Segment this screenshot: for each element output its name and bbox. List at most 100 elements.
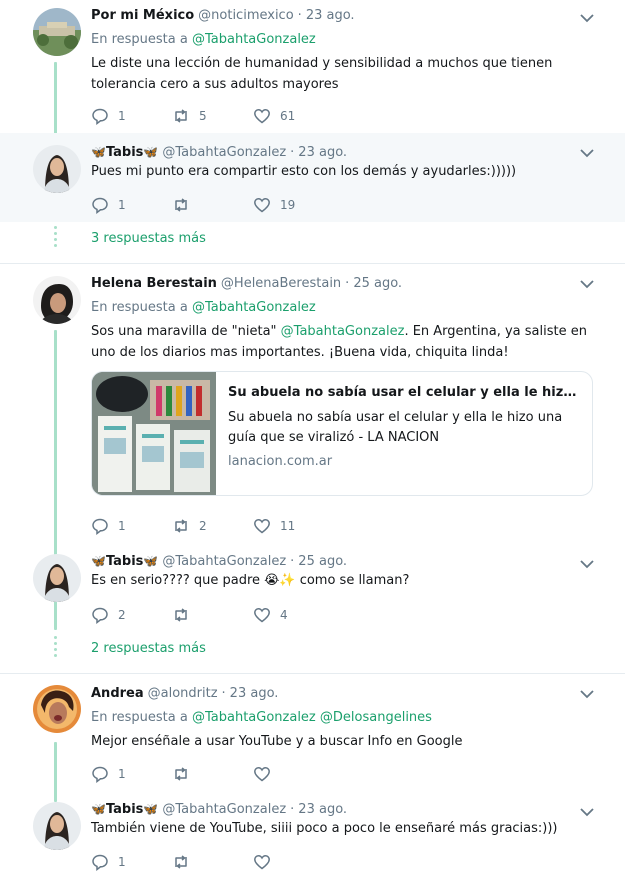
tweet-text: Es en serio???? que padre 😭✨ como se lla…: [91, 573, 410, 588]
reply-context: En respuesta a @TabahtaGonzalez @Delosan…: [91, 710, 599, 728]
timestamp[interactable]: 23 ago.: [298, 145, 347, 160]
display-name[interactable]: Andrea: [91, 686, 144, 701]
tweet-header: 🦋 Tabis 🦋 @TabahtaGonzalez · 23 ago.: [91, 800, 599, 818]
reply-button[interactable]: 2: [91, 606, 172, 624]
tweet-header: 🦋 Tabis 🦋 @TabahtaGonzalez · 25 ago.: [91, 552, 599, 570]
tweet[interactable]: Andrea @alondritz · 23 ago. En respuesta…: [0, 674, 625, 792]
display-name[interactable]: Tabis: [106, 554, 143, 569]
reply-mention-link[interactable]: @TabahtaGonzalez: [192, 300, 316, 315]
tweet-text: Mejor enséñale a usar YouTube y a buscar…: [91, 734, 463, 749]
card-thumbnail: [92, 372, 216, 495]
handle[interactable]: @TabahtaGonzalez: [162, 802, 286, 817]
like-button[interactable]: [253, 853, 334, 871]
card-description: Su abuela no sabía usar el celular y ell…: [228, 410, 563, 445]
like-button[interactable]: 19: [253, 196, 334, 214]
tweet-text: Pues mi punto era compartir esto con los…: [91, 164, 517, 179]
timestamp[interactable]: 25 ago.: [298, 554, 347, 569]
display-name[interactable]: Por mi México: [91, 8, 194, 23]
retweet-count: 5: [199, 109, 207, 123]
like-button[interactable]: 4: [253, 606, 334, 624]
like-button[interactable]: 61: [253, 107, 334, 125]
like-count: 19: [280, 198, 296, 212]
avatar[interactable]: [33, 8, 81, 56]
like-button[interactable]: [253, 765, 334, 783]
timestamp[interactable]: 25 ago.: [353, 276, 402, 291]
timestamp[interactable]: 23 ago.: [306, 8, 355, 23]
reply-context: En respuesta a @TabahtaGonzalez: [91, 32, 599, 50]
reply-icon: [92, 854, 108, 871]
tweet[interactable]: 🦋 Tabis 🦋 @TabahtaGonzalez · 23 ago. Pue…: [0, 133, 625, 222]
display-name[interactable]: Helena Berestain: [91, 276, 217, 291]
heart-icon: [254, 608, 270, 623]
reply-mention-link[interactable]: @TabahtaGonzalez: [192, 710, 316, 725]
tweet-header: 🦋 Tabis 🦋 @TabahtaGonzalez · 23 ago.: [91, 143, 599, 161]
reply-count: 1: [118, 109, 126, 123]
reply-mention-link[interactable]: @Delosangelines: [320, 710, 432, 725]
handle[interactable]: @HelenaBerestain: [221, 276, 341, 291]
handle[interactable]: @TabahtaGonzalez: [162, 145, 286, 160]
handle[interactable]: @TabahtaGonzalez: [162, 554, 286, 569]
retweet-button[interactable]: [172, 853, 253, 871]
retweet-button[interactable]: [172, 606, 253, 624]
butterfly-emoji: 🦋: [143, 145, 159, 159]
reply-icon: [92, 518, 108, 535]
separator-dot: ·: [297, 7, 302, 23]
reply-count: 1: [118, 855, 126, 869]
reply-button[interactable]: 1: [91, 196, 172, 214]
like-button[interactable]: 11: [253, 517, 334, 535]
mention-link[interactable]: @TabahtaGonzalez: [281, 324, 405, 339]
avatar[interactable]: [33, 554, 81, 602]
retweet-icon: [175, 109, 187, 123]
display-name[interactable]: Tabis: [106, 802, 143, 817]
reply-icon: [92, 766, 108, 783]
retweet-button[interactable]: [172, 196, 253, 214]
display-name[interactable]: Tabis: [106, 145, 143, 160]
avatar[interactable]: [33, 276, 81, 324]
show-more-replies-link[interactable]: 2 respuestas más: [91, 641, 206, 656]
butterfly-emoji: 🦋: [143, 554, 159, 568]
thread-dots: [54, 226, 57, 250]
separator-dot: ·: [221, 685, 226, 701]
reply-button[interactable]: 1: [91, 765, 172, 783]
reply-button[interactable]: 1: [91, 517, 172, 535]
thread-dots: [54, 636, 57, 660]
retweet-button[interactable]: 5: [172, 107, 253, 125]
timestamp[interactable]: 23 ago.: [230, 686, 279, 701]
heart-icon: [254, 519, 270, 534]
link-card[interactable]: Su abuela no sabía usar el celular y ell…: [91, 371, 593, 496]
retweet-icon: [175, 198, 187, 212]
butterfly-emoji: 🦋: [91, 802, 106, 816]
retweet-button[interactable]: 2: [172, 517, 253, 535]
like-count: 61: [280, 109, 296, 123]
tweet-text-part: Sos una maravilla de "nieta": [91, 324, 281, 339]
tweet-text: Le diste una lección de humanidad y sens…: [91, 56, 553, 92]
like-count: 4: [280, 608, 288, 622]
retweet-button[interactable]: [172, 765, 253, 783]
retweet-icon: [175, 855, 187, 869]
retweet-icon: [175, 767, 187, 781]
butterfly-emoji: 🦋: [91, 554, 106, 568]
reply-button[interactable]: 1: [91, 107, 172, 125]
avatar[interactable]: [33, 145, 81, 193]
reply-mention-link[interactable]: @TabahtaGonzalez: [192, 32, 316, 47]
avatar[interactable]: [33, 802, 81, 850]
tweet[interactable]: 🦋 Tabis 🦋 @TabahtaGonzalez · 23 ago. Tam…: [0, 792, 625, 876]
card-title: Su abuela no sabía usar el celular y ell…: [228, 385, 580, 400]
separator-dot: ·: [345, 275, 350, 291]
tweet[interactable]: Por mi México @noticimexico · 23 ago. En…: [0, 0, 625, 133]
reply-count: 1: [118, 767, 126, 781]
heart-icon: [254, 767, 270, 782]
handle[interactable]: @noticimexico: [198, 8, 294, 23]
avatar[interactable]: [33, 685, 81, 733]
tweet[interactable]: Helena Berestain @HelenaBerestain · 25 a…: [0, 264, 625, 544]
heart-icon: [254, 855, 270, 870]
reply-count: 2: [118, 608, 126, 622]
handle[interactable]: @alondritz: [148, 686, 218, 701]
reply-button[interactable]: 1: [91, 853, 172, 871]
reply-icon: [92, 197, 108, 214]
reply-icon: [92, 607, 108, 624]
show-more-replies-link[interactable]: 3 respuestas más: [91, 231, 206, 246]
timestamp[interactable]: 23 ago.: [298, 802, 347, 817]
tweet[interactable]: 🦋 Tabis 🦋 @TabahtaGonzalez · 25 ago. Es …: [0, 544, 625, 630]
reply-count: 1: [118, 519, 126, 533]
